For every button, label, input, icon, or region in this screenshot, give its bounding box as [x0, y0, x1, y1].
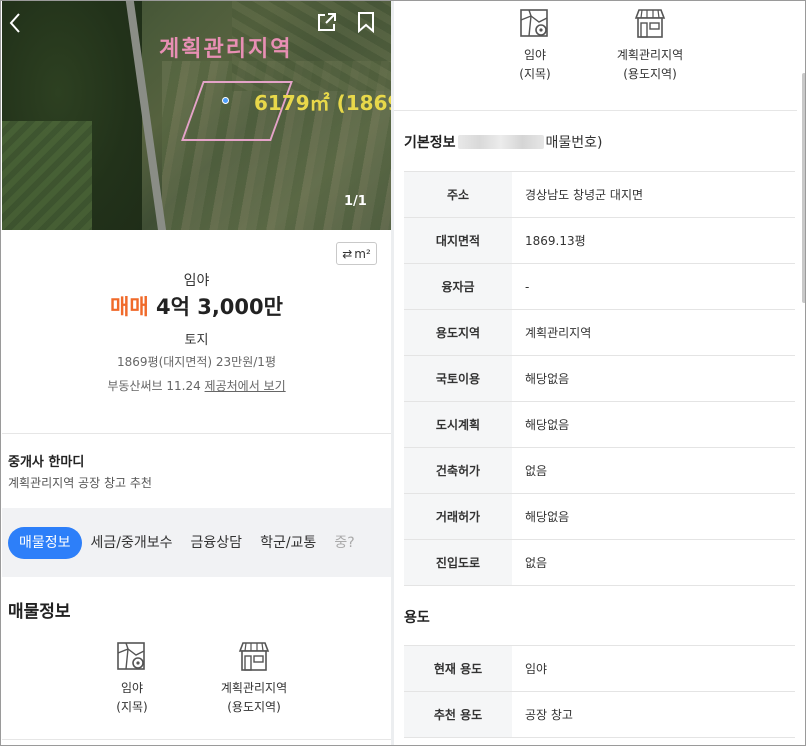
tab-more[interactable]: 중? — [325, 527, 363, 559]
land-category-value: 임야 — [120, 681, 144, 695]
farmland-area — [2, 121, 92, 230]
table-row: 대지면적 1869.13평 — [404, 217, 795, 264]
unit-toggle-button[interactable]: ⇄ m² — [336, 242, 377, 265]
row-key: 현재 용도 — [404, 645, 512, 692]
row-value: 1869.13평 — [512, 217, 795, 264]
zoning-value: 계획관리지역 — [616, 48, 684, 62]
unit-label: m² — [354, 246, 371, 261]
bookmark-button[interactable] — [356, 11, 376, 34]
source-link[interactable]: 제공처에서 보기 — [205, 379, 286, 393]
row-key: 용도지역 — [404, 309, 512, 356]
row-key: 거래허가 — [404, 493, 512, 540]
row-value: 임야 — [512, 645, 795, 692]
zoning-cell: 계획관리지역 (용도지역) — [194, 641, 314, 717]
price: 4억 3,000만 — [155, 295, 283, 319]
row-value: 계획관리지역 — [512, 309, 795, 356]
land-category-cell: 임야 (지목) — [72, 641, 192, 717]
table-row: 융자금 - — [404, 263, 795, 310]
land-category-label: (지목) — [116, 700, 148, 714]
row-value: 해당없음 — [512, 401, 795, 448]
property-type: 임야 — [183, 273, 210, 289]
photo-counter: 1/1 — [344, 194, 367, 209]
zone-overlay-label: 계획관리지역 — [159, 37, 293, 62]
divider — [2, 433, 391, 434]
usage-title: 용도 — [404, 610, 430, 626]
row-value: - — [512, 263, 795, 310]
land-category-value: 임야 — [523, 48, 547, 62]
detail-panel: 임야 (지목) 계획관리지역 (용도지역) 기본정보 매물번호) 주소 경상남도 창… — [394, 1, 805, 745]
tab-school-transport[interactable]: 학군/교통 — [251, 527, 325, 559]
area-and-unit-price: 1869평(대지면적) 23만원/1평 — [117, 355, 276, 369]
property-category: 토지 — [184, 333, 209, 348]
app-frame: 계획관리지역 6179㎡ (1869 1/1 ⇄ m² 임야 매매 4억 3,0… — [0, 0, 806, 746]
tab-finance[interactable]: 금융상담 — [182, 527, 252, 559]
area-overlay-label: 6179㎡ (1869 — [254, 91, 391, 115]
row-value: 공장 창고 — [512, 691, 795, 738]
divider — [2, 739, 391, 740]
land-category-label: (지목) — [519, 67, 551, 81]
map-pin-icon — [520, 9, 548, 37]
row-key: 도시계획 — [404, 401, 512, 448]
row-key: 대지면적 — [404, 217, 512, 264]
broker-comment-text: 계획관리지역 공장 창고 추천 — [8, 476, 152, 490]
broker-comment-title: 중개사 한마디 — [8, 455, 85, 470]
tab-listing-info[interactable]: 매물정보 — [8, 527, 82, 559]
tab-tax-fee[interactable]: 세금/중개보수 — [82, 527, 182, 559]
listing-panel: 계획관리지역 6179㎡ (1869 1/1 ⇄ m² 임야 매매 4억 3,0… — [2, 1, 391, 745]
bookmark-icon — [358, 12, 374, 34]
deal-type: 매매 — [110, 295, 149, 319]
share-icon — [318, 13, 336, 31]
share-button[interactable] — [316, 11, 338, 33]
row-key: 융자금 — [404, 263, 512, 310]
scrollbar[interactable] — [802, 73, 805, 303]
row-key: 주소 — [404, 171, 512, 218]
row-value: 해당없음 — [512, 493, 795, 540]
section-title: 매물정보 — [8, 602, 71, 622]
table-row: 국토이용 해당없음 — [404, 355, 795, 402]
basic-info-label: 기본정보 — [404, 135, 456, 151]
chevron-left-icon — [9, 13, 20, 33]
source-line: 부동산써브 11.24 제공처에서 보기 — [2, 377, 391, 394]
row-key: 추천 용도 — [404, 691, 512, 738]
location-pin-icon — [222, 97, 229, 104]
basic-info-table: 주소 경상남도 창녕군 대지면 대지면적 1869.13평 융자금 - 용도지역 계획관… — [404, 171, 795, 586]
table-row: 도시계획 해당없음 — [404, 401, 795, 448]
table-row: 현재 용도 임야 — [404, 645, 795, 692]
redacted-listing-number — [457, 135, 544, 149]
row-value: 없음 — [512, 447, 795, 494]
zoning-label: (용도지역) — [623, 67, 677, 81]
swap-icon: ⇄ — [342, 246, 353, 261]
storefront-icon — [238, 642, 270, 671]
row-key: 국토이용 — [404, 355, 512, 402]
row-key: 건축허가 — [404, 447, 512, 494]
basic-info-title: 기본정보 매물번호) — [404, 132, 603, 152]
zoning-cell: 계획관리지역 (용도지역) — [585, 8, 715, 84]
row-value: 해당없음 — [512, 355, 795, 402]
row-key: 진입도로 — [404, 539, 512, 586]
source-name: 부동산써브 11.24 — [107, 379, 201, 393]
listing-number-label: 매물번호) — [545, 135, 603, 151]
table-row: 용도지역 계획관리지역 — [404, 309, 795, 356]
tab-bar: 매물정보 세금/중개보수 금융상담 학군/교통 중? — [8, 527, 364, 559]
row-value: 없음 — [512, 539, 795, 586]
table-row: 건축허가 없음 — [404, 447, 795, 494]
row-value: 경상남도 창녕군 대지면 — [512, 171, 795, 218]
aerial-photo[interactable]: 계획관리지역 6179㎡ (1869 1/1 — [2, 1, 391, 230]
storefront-icon — [634, 9, 666, 38]
map-pin-icon — [117, 642, 145, 670]
table-row: 진입도로 없음 — [404, 539, 795, 586]
land-category-cell: 임야 (지목) — [470, 8, 600, 84]
back-button[interactable] — [8, 12, 30, 34]
divider — [394, 110, 797, 111]
table-row: 거래허가 해당없음 — [404, 493, 795, 540]
usage-table: 현재 용도 임야 추천 용도 공장 창고 — [404, 645, 795, 738]
zoning-value: 계획관리지역 — [220, 681, 288, 695]
zoning-label: (용도지역) — [227, 700, 281, 714]
table-row: 주소 경상남도 창녕군 대지면 — [404, 171, 795, 218]
price-line: 매매 4억 3,000만 — [2, 291, 391, 321]
table-row: 추천 용도 공장 창고 — [404, 691, 795, 738]
